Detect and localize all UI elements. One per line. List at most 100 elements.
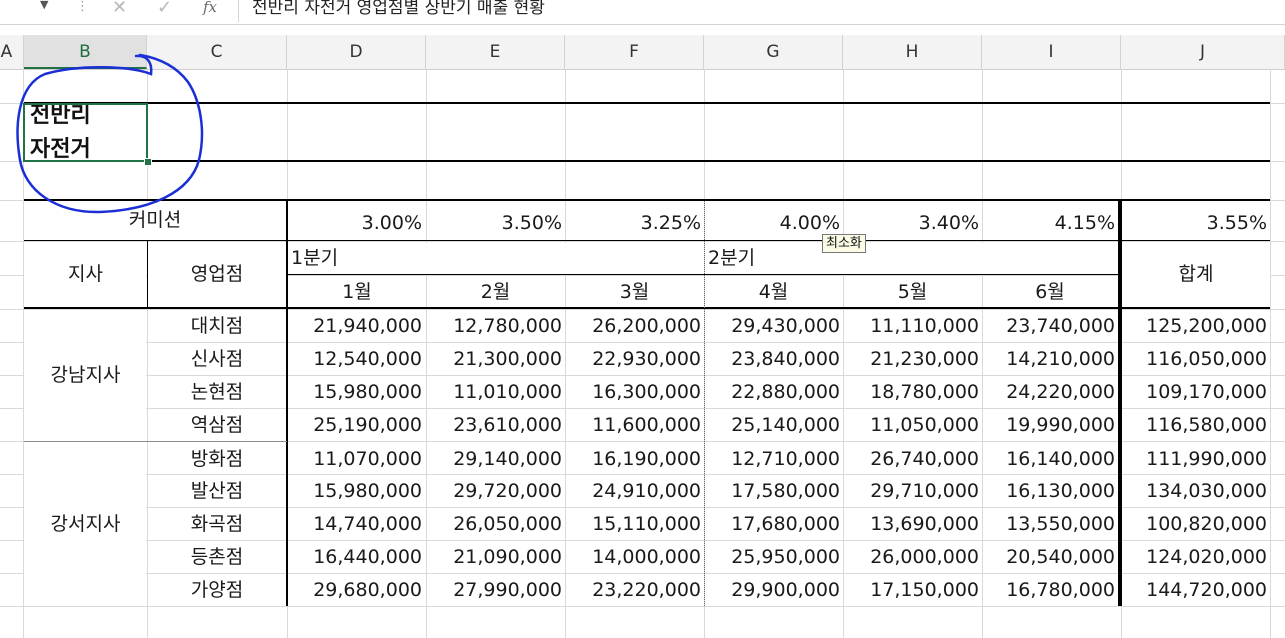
office-cell[interactable]: 가양점 bbox=[148, 574, 286, 606]
sales-cell[interactable]: 12,780,000 bbox=[426, 310, 565, 342]
sales-cell[interactable]: 14,740,000 bbox=[288, 508, 425, 540]
insert-function-icon[interactable]: fx bbox=[203, 0, 217, 16]
commission-rate[interactable]: 3.50% bbox=[426, 206, 565, 240]
column-header-b[interactable]: B bbox=[24, 35, 147, 69]
total-cell[interactable]: 124,020,000 bbox=[1122, 541, 1270, 573]
branch-cell[interactable]: 강남지사 bbox=[24, 309, 147, 441]
commission-rate-total[interactable]: 3.55% bbox=[1122, 206, 1270, 240]
sales-cell[interactable]: 29,140,000 bbox=[426, 443, 565, 475]
commission-rate[interactable]: 3.25% bbox=[565, 206, 704, 240]
sales-cell[interactable]: 21,230,000 bbox=[843, 343, 982, 375]
sales-cell[interactable]: 19,990,000 bbox=[982, 409, 1118, 441]
sales-cell[interactable]: 24,910,000 bbox=[565, 475, 704, 507]
total-cell[interactable]: 116,580,000 bbox=[1122, 409, 1270, 441]
header-month[interactable]: 1월 bbox=[288, 276, 426, 308]
checkmark-icon[interactable]: ✓ bbox=[157, 0, 172, 18]
header-total[interactable]: 합계 bbox=[1122, 241, 1270, 308]
sales-cell[interactable]: 16,140,000 bbox=[982, 443, 1118, 475]
sales-cell[interactable]: 11,110,000 bbox=[843, 310, 982, 342]
sales-cell[interactable]: 29,430,000 bbox=[704, 310, 843, 342]
sales-cell[interactable]: 23,610,000 bbox=[426, 409, 565, 441]
sales-cell[interactable]: 11,010,000 bbox=[426, 376, 565, 408]
header-month[interactable]: 5월 bbox=[843, 276, 982, 308]
sales-cell[interactable]: 29,720,000 bbox=[426, 475, 565, 507]
total-cell[interactable]: 100,820,000 bbox=[1122, 508, 1270, 540]
commission-rate[interactable]: 3.00% bbox=[288, 206, 425, 240]
name-box-dropdown-icon[interactable]: ▼ bbox=[40, 0, 48, 11]
office-cell[interactable]: 발산점 bbox=[148, 475, 286, 507]
office-cell[interactable]: 신사점 bbox=[148, 343, 286, 375]
sales-cell[interactable]: 23,840,000 bbox=[704, 343, 843, 375]
sales-cell[interactable]: 26,200,000 bbox=[565, 310, 704, 342]
column-header-e[interactable]: E bbox=[426, 35, 565, 69]
sales-cell[interactable]: 13,550,000 bbox=[982, 508, 1118, 540]
column-header-f[interactable]: F bbox=[565, 35, 704, 69]
column-header-h[interactable]: H bbox=[843, 35, 982, 69]
sales-cell[interactable]: 20,540,000 bbox=[982, 541, 1118, 573]
sales-cell[interactable]: 23,220,000 bbox=[565, 574, 704, 606]
fill-handle[interactable] bbox=[144, 158, 152, 166]
header-month[interactable]: 2월 bbox=[426, 276, 565, 308]
sales-cell[interactable]: 25,190,000 bbox=[288, 409, 425, 441]
commission-rate[interactable]: 4.15% bbox=[982, 206, 1118, 240]
header-office[interactable]: 영업점 bbox=[148, 241, 286, 308]
sales-cell[interactable]: 21,940,000 bbox=[288, 310, 425, 342]
sales-cell[interactable]: 14,000,000 bbox=[565, 541, 704, 573]
commission-label[interactable]: 커미션 bbox=[24, 203, 286, 237]
sales-cell[interactable]: 29,900,000 bbox=[704, 574, 843, 606]
sales-cell[interactable]: 22,930,000 bbox=[565, 343, 704, 375]
sales-cell[interactable]: 21,090,000 bbox=[426, 541, 565, 573]
sales-cell[interactable]: 15,980,000 bbox=[288, 376, 425, 408]
active-cell-selection[interactable] bbox=[23, 103, 148, 162]
branch-cell[interactable]: 강서지사 bbox=[24, 442, 147, 606]
sales-cell[interactable]: 17,680,000 bbox=[704, 508, 843, 540]
total-cell[interactable]: 111,990,000 bbox=[1122, 443, 1270, 475]
total-cell[interactable]: 109,170,000 bbox=[1122, 376, 1270, 408]
sales-cell[interactable]: 23,740,000 bbox=[982, 310, 1118, 342]
header-q2[interactable]: 2분기 bbox=[704, 242, 1104, 274]
sales-cell[interactable]: 22,880,000 bbox=[704, 376, 843, 408]
sales-cell[interactable]: 16,190,000 bbox=[565, 443, 704, 475]
sales-cell[interactable]: 15,980,000 bbox=[288, 475, 425, 507]
header-month[interactable]: 4월 bbox=[704, 276, 843, 308]
sales-cell[interactable]: 26,050,000 bbox=[426, 508, 565, 540]
sales-cell[interactable]: 25,140,000 bbox=[704, 409, 843, 441]
office-cell[interactable]: 화곡점 bbox=[148, 508, 286, 540]
total-cell[interactable]: 125,200,000 bbox=[1122, 310, 1270, 342]
header-branch[interactable]: 지사 bbox=[24, 241, 147, 308]
office-cell[interactable]: 대치점 bbox=[148, 310, 286, 342]
header-month[interactable]: 3월 bbox=[565, 276, 704, 308]
office-cell[interactable]: 등촌점 bbox=[148, 541, 286, 573]
sales-cell[interactable]: 16,300,000 bbox=[565, 376, 704, 408]
total-cell[interactable]: 144,720,000 bbox=[1122, 574, 1270, 606]
header-month[interactable]: 6월 bbox=[982, 276, 1118, 308]
sales-cell[interactable]: 17,580,000 bbox=[704, 475, 843, 507]
cancel-x-icon[interactable]: ✕ bbox=[112, 0, 127, 18]
sales-cell[interactable]: 26,000,000 bbox=[843, 541, 982, 573]
formula-input[interactable]: 전반리 자전거 영업점별 상반기 매출 현황 bbox=[252, 0, 545, 18]
total-cell[interactable]: 116,050,000 bbox=[1122, 343, 1270, 375]
sales-cell[interactable]: 16,780,000 bbox=[982, 574, 1118, 606]
column-header-c[interactable]: C bbox=[147, 35, 287, 69]
column-header-d[interactable]: D bbox=[287, 35, 426, 69]
header-q1[interactable]: 1분기 bbox=[287, 242, 687, 274]
sales-cell[interactable]: 21,300,000 bbox=[426, 343, 565, 375]
office-cell[interactable]: 방화점 bbox=[148, 443, 286, 475]
column-header-a[interactable]: A bbox=[0, 35, 24, 69]
sales-cell[interactable]: 14,210,000 bbox=[982, 343, 1118, 375]
sales-cell[interactable]: 17,150,000 bbox=[843, 574, 982, 606]
column-header-j[interactable]: J bbox=[1121, 35, 1285, 69]
sales-cell[interactable]: 18,780,000 bbox=[843, 376, 982, 408]
sales-cell[interactable]: 13,690,000 bbox=[843, 508, 982, 540]
column-header-i[interactable]: I bbox=[982, 35, 1121, 69]
sales-cell[interactable]: 12,710,000 bbox=[704, 443, 843, 475]
office-cell[interactable]: 역삼점 bbox=[148, 409, 286, 441]
sales-cell[interactable]: 15,110,000 bbox=[565, 508, 704, 540]
sales-cell[interactable]: 24,220,000 bbox=[982, 376, 1118, 408]
sales-cell[interactable]: 11,050,000 bbox=[843, 409, 982, 441]
sales-cell[interactable]: 11,600,000 bbox=[565, 409, 704, 441]
sales-cell[interactable]: 27,990,000 bbox=[426, 574, 565, 606]
column-header-g[interactable]: G bbox=[704, 35, 843, 69]
sales-cell[interactable]: 11,070,000 bbox=[288, 443, 425, 475]
sales-cell[interactable]: 29,710,000 bbox=[843, 475, 982, 507]
